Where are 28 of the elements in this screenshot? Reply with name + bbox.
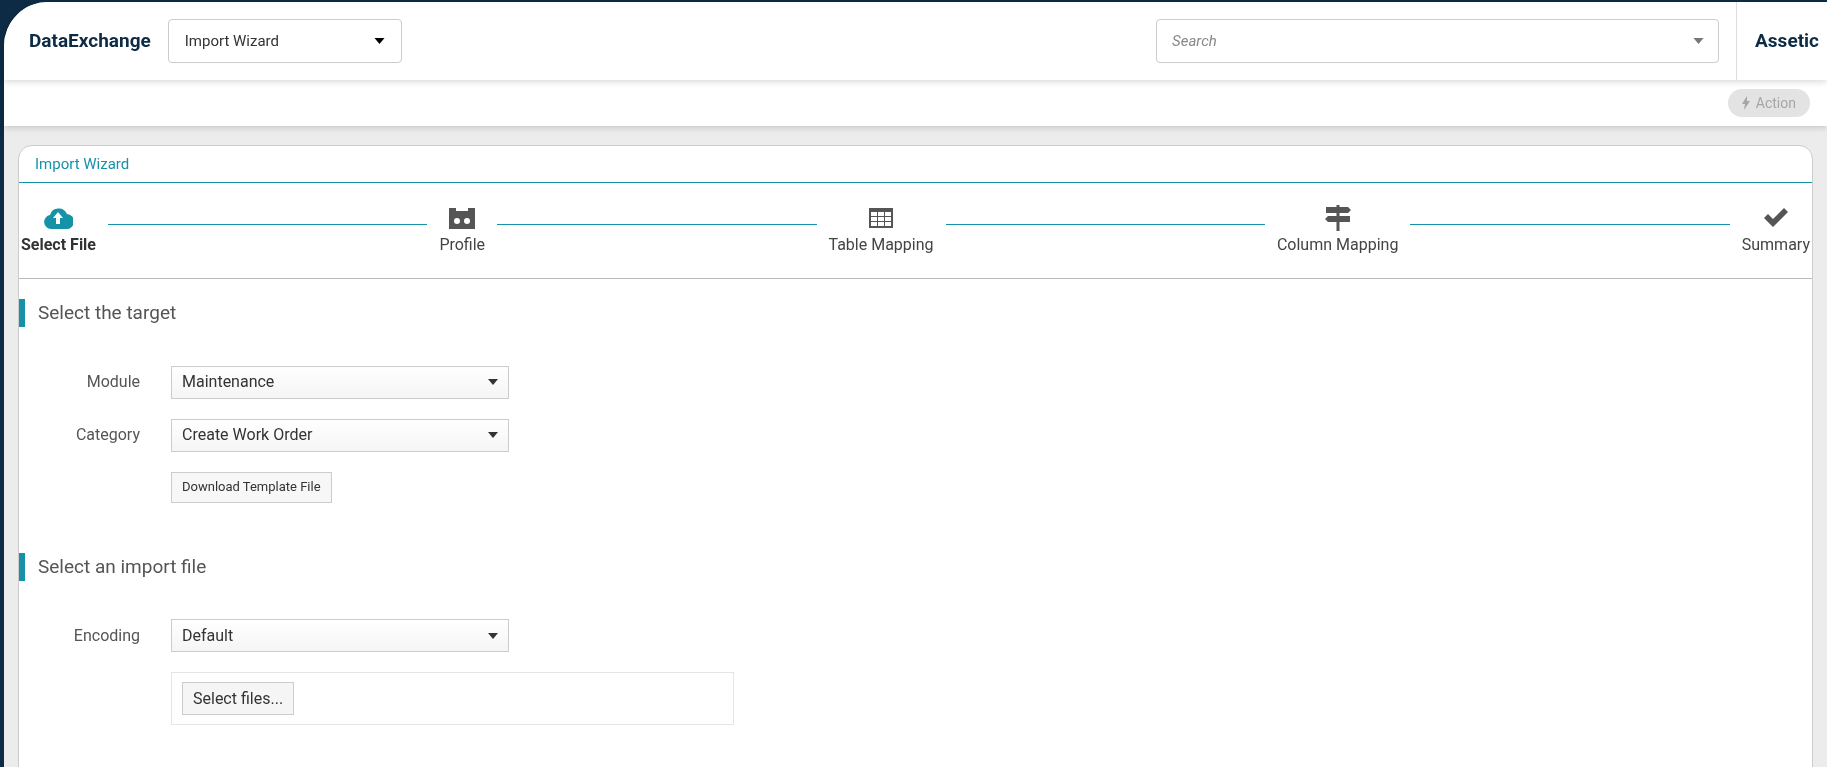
search-field[interactable]: Search xyxy=(1156,19,1720,63)
field-label: Category xyxy=(74,424,141,446)
section-accent-bar xyxy=(19,299,25,328)
section-accent-bar xyxy=(19,552,25,581)
brand-name: Assetic xyxy=(1755,27,1819,54)
wizard-step[interactable]: Profile xyxy=(439,204,486,257)
dropdown[interactable]: Default xyxy=(171,619,509,652)
caret-icon xyxy=(488,632,498,639)
view-dropdown[interactable]: Import Wizard xyxy=(167,19,402,63)
download-template-button[interactable]: Download Template File xyxy=(171,471,332,503)
dropdown[interactable]: Create Work Order xyxy=(171,418,509,452)
field-label: Module xyxy=(85,371,141,393)
caret-icon xyxy=(488,432,498,438)
caret-icon xyxy=(488,379,498,385)
app-name: DataExchange xyxy=(29,27,151,54)
caret-icon xyxy=(1693,38,1705,44)
wizard-title: Import Wizard xyxy=(35,155,130,173)
lightning-icon xyxy=(1741,96,1750,110)
select-files-button[interactable]: Select files... xyxy=(182,682,295,715)
section-heading: Select an import file xyxy=(38,553,207,580)
dropdown[interactable]: Maintenance xyxy=(171,365,509,399)
field-label: Encoding xyxy=(72,624,141,647)
wizard-step[interactable]: Table Mapping xyxy=(828,204,934,257)
wizard-step[interactable]: Select File xyxy=(21,204,96,257)
wizard-step[interactable]: Column Mapping xyxy=(1276,204,1399,257)
wizard-step[interactable]: Summary xyxy=(1741,204,1810,257)
caret-icon xyxy=(373,38,385,44)
section-heading: Select the target xyxy=(38,300,177,326)
